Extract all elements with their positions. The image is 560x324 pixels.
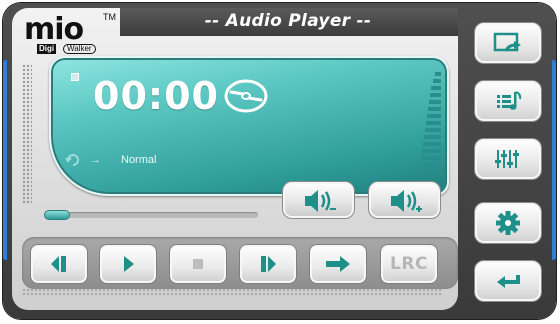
- right-blue-accent: [552, 60, 556, 260]
- lcd-display: 00:00 → Normal: [49, 56, 449, 196]
- left-blue-accent: [3, 60, 7, 260]
- playlist-icon: [497, 91, 522, 110]
- volume-up-icon: [391, 190, 422, 212]
- lyrics-button[interactable]: LRC: [380, 244, 438, 284]
- logo-walker-label: Walker: [63, 44, 96, 54]
- progress-slider[interactable]: [44, 210, 258, 220]
- volume-down-icon: [305, 190, 336, 212]
- playlist-button[interactable]: [474, 80, 542, 122]
- speaker-grille-bottom: [22, 288, 442, 296]
- mode-arrow-icon: →: [90, 154, 101, 166]
- settings-button[interactable]: [474, 202, 542, 244]
- previous-track-button[interactable]: [30, 244, 88, 284]
- settings-gear-icon: [496, 211, 520, 235]
- volume-down-button[interactable]: [282, 181, 355, 219]
- status-indicator: [71, 73, 79, 81]
- repeat-icon: [65, 153, 81, 167]
- open-folder-icon: [493, 32, 521, 52]
- elapsed-time: 00:00: [93, 74, 219, 118]
- speaker-grille-left: [22, 64, 32, 204]
- forward-button[interactable]: [309, 244, 367, 284]
- lrc-label: LRC: [390, 254, 428, 274]
- next-track-icon: [261, 256, 276, 272]
- next-track-button[interactable]: [239, 244, 297, 284]
- mio-logo: mio TM Digi Walker: [24, 12, 124, 54]
- disc-icon: [223, 78, 269, 114]
- volume-up-button[interactable]: [368, 181, 441, 219]
- level-meter: [419, 72, 441, 182]
- equalizer-icon: [495, 150, 519, 168]
- play-button[interactable]: [99, 244, 157, 284]
- trademark-mark: TM: [103, 12, 116, 22]
- equalizer-button[interactable]: [474, 138, 542, 180]
- forward-arrow-icon: [326, 256, 350, 272]
- play-icon: [124, 256, 134, 272]
- progress-handle[interactable]: [44, 210, 70, 220]
- stop-icon: [193, 259, 203, 269]
- previous-track-icon: [51, 256, 66, 272]
- stop-button[interactable]: [169, 244, 227, 284]
- logo-digi-label: Digi: [37, 44, 57, 54]
- back-return-icon: [497, 275, 520, 288]
- page-title: -- Audio Player --: [204, 11, 372, 31]
- play-mode-label: Normal: [121, 154, 157, 166]
- back-button[interactable]: [474, 260, 542, 302]
- logo-wordmark: mio: [24, 12, 84, 47]
- open-file-button[interactable]: [474, 22, 542, 64]
